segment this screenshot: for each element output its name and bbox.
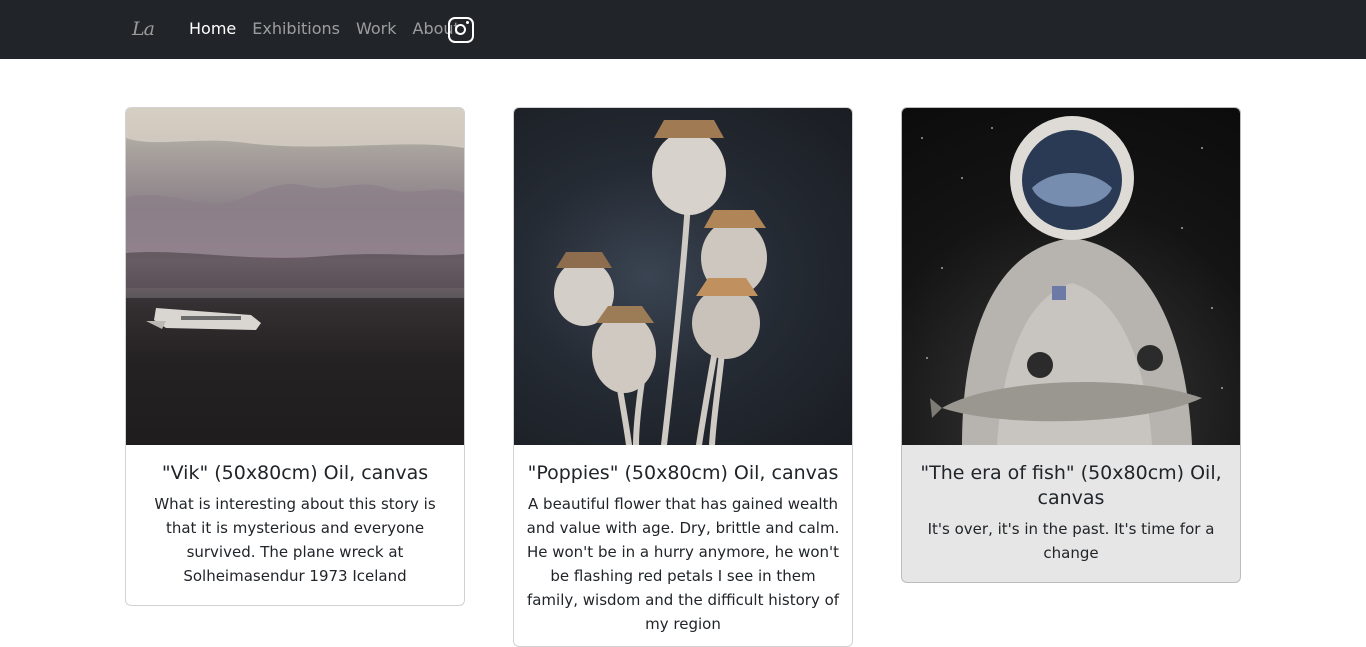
artwork-image-era-of-fish bbox=[902, 108, 1240, 445]
instagram-dot bbox=[466, 21, 469, 24]
card-title: "Poppies" (50x80cm) Oil, canvas bbox=[527, 462, 839, 484]
artwork-card-vik[interactable]: "Vik" (50x80cm) Oil, canvas What is inte… bbox=[125, 107, 465, 606]
card-description: What is interesting about this story is … bbox=[154, 495, 436, 585]
artwork-card-poppies[interactable]: "Poppies" (50x80cm) Oil, canvas A beauti… bbox=[513, 107, 853, 647]
brand-logo[interactable]: La bbox=[132, 18, 155, 40]
card-title: "The era of fish" (50x80cm) Oil, canvas bbox=[920, 462, 1222, 509]
card-body: "The era of fish" (50x80cm) Oil, canvas … bbox=[902, 445, 1240, 581]
artwork-image-vik bbox=[126, 108, 464, 445]
nav-link-exhibitions[interactable]: Exhibitions bbox=[252, 19, 340, 38]
nav-link-work[interactable]: Work bbox=[356, 19, 397, 38]
card-title: "Vik" (50x80cm) Oil, canvas bbox=[161, 462, 429, 484]
card-description: A beautiful flower that has gained wealt… bbox=[526, 495, 840, 633]
card-description: It's over, it's in the past. It's time f… bbox=[927, 520, 1215, 562]
instagram-lens bbox=[455, 24, 466, 35]
top-navbar: La Home Exhibitions Work About bbox=[0, 0, 1366, 59]
artwork-image-poppies bbox=[514, 108, 852, 445]
nav-link-home[interactable]: Home bbox=[189, 19, 236, 38]
card-body: "Vik" (50x80cm) Oil, canvas What is inte… bbox=[126, 445, 464, 604]
instagram-icon[interactable] bbox=[448, 17, 474, 43]
artwork-card-era-of-fish[interactable]: "The era of fish" (50x80cm) Oil, canvas … bbox=[901, 107, 1241, 583]
card-body: "Poppies" (50x80cm) Oil, canvas A beauti… bbox=[514, 445, 852, 646]
nav-links: Home Exhibitions Work About bbox=[189, 19, 476, 38]
